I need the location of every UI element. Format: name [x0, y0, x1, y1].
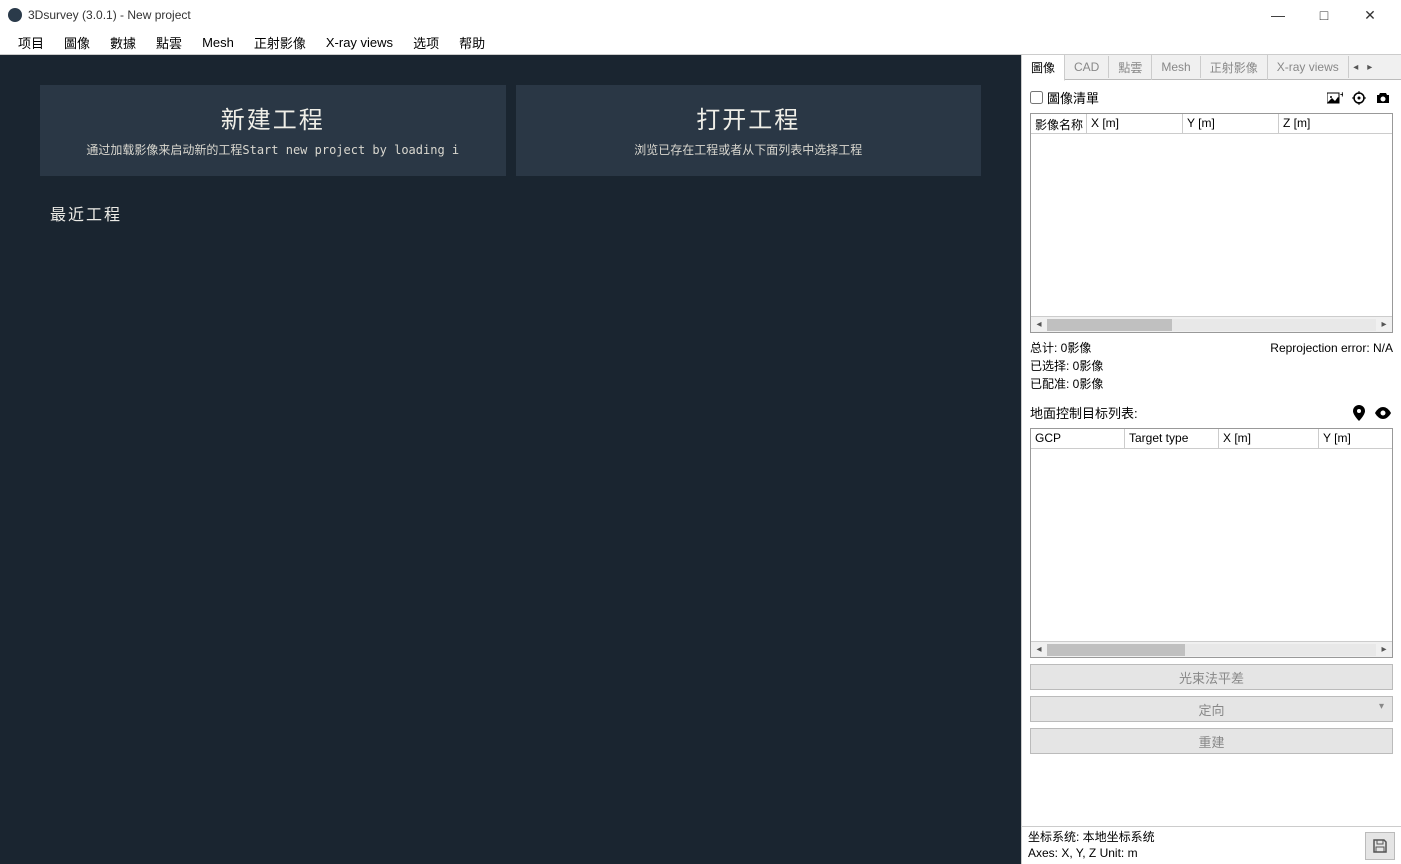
- col-gcp[interactable]: GCP: [1031, 429, 1125, 448]
- col-target-type[interactable]: Target type: [1125, 429, 1219, 448]
- tab-pointcloud[interactable]: 點雲: [1109, 55, 1152, 80]
- menu-ortho[interactable]: 正射影像: [244, 30, 316, 55]
- menu-image[interactable]: 圖像: [54, 30, 100, 55]
- gcp-table-header: GCP Target type X [m] Y [m]: [1031, 429, 1392, 449]
- gcp-table-hscroll[interactable]: ◂ ▸: [1031, 641, 1392, 657]
- col-z[interactable]: Z [m]: [1279, 114, 1392, 133]
- image-list-checkbox[interactable]: [1030, 91, 1043, 104]
- scroll-right-icon[interactable]: ▸: [1376, 319, 1392, 330]
- window-controls: — □ ✕: [1255, 0, 1393, 30]
- new-project-title: 新建工程: [60, 100, 486, 135]
- axes-unit-label: Axes: X, Y, Z Unit: m: [1028, 846, 1365, 862]
- tab-scroll-left-icon[interactable]: ◂: [1349, 62, 1363, 73]
- svg-text:+: +: [1340, 91, 1343, 99]
- new-project-subtitle: 通过加载影像来启动新的工程Start new project by loadin…: [60, 141, 486, 158]
- menu-bar: 项目 圖像 數據 點雲 Mesh 正射影像 X-ray views 选项 帮助: [0, 30, 1401, 55]
- scroll-left-icon[interactable]: ◂: [1031, 319, 1047, 330]
- col-gcp-x[interactable]: X [m]: [1219, 429, 1319, 448]
- side-body: 圖像清單 + 影像名称 X [m] Y [m] Z [m] ◂ ▸: [1022, 80, 1401, 826]
- tab-ortho[interactable]: 正射影像: [1201, 55, 1268, 80]
- image-table: 影像名称 X [m] Y [m] Z [m] ◂ ▸: [1030, 113, 1393, 333]
- col-x[interactable]: X [m]: [1087, 114, 1183, 133]
- orientation-label: 定向: [1198, 703, 1224, 718]
- footer-text: 坐标系统: 本地坐标系统 Axes: X, Y, Z Unit: m: [1028, 830, 1365, 861]
- scroll-right-icon[interactable]: ▸: [1376, 644, 1392, 655]
- orientation-dropdown[interactable]: 定向 ▾: [1030, 696, 1393, 722]
- open-project-card[interactable]: 打开工程 浏览已存在工程或者从下面列表中选择工程: [516, 85, 982, 176]
- col-image-name[interactable]: 影像名称: [1031, 114, 1087, 133]
- menu-xray[interactable]: X-ray views: [316, 32, 403, 53]
- open-project-title: 打开工程: [536, 100, 962, 135]
- add-image-icon[interactable]: +: [1325, 89, 1345, 107]
- coord-system-label: 坐标系统: 本地坐标系统: [1028, 830, 1365, 846]
- viewport-start: 新建工程 通过加载影像来启动新的工程Start new project by l…: [0, 55, 1021, 864]
- tab-cad[interactable]: CAD: [1065, 56, 1109, 78]
- menu-project[interactable]: 项目: [8, 30, 54, 55]
- window-titlebar: 3Dsurvey (3.0.1) - New project — □ ✕: [0, 0, 1401, 30]
- col-gcp-y[interactable]: Y [m]: [1319, 429, 1392, 448]
- menu-mesh[interactable]: Mesh: [192, 32, 244, 53]
- gcp-header: 地面控制目标列表:: [1030, 403, 1393, 422]
- image-table-hscroll[interactable]: ◂ ▸: [1031, 316, 1392, 332]
- camera-icon[interactable]: [1373, 89, 1393, 107]
- stat-registered: 已配准: 0影像: [1030, 375, 1393, 393]
- pin-icon[interactable]: [1349, 404, 1369, 422]
- window-title: 3Dsurvey (3.0.1) - New project: [28, 8, 1255, 22]
- stat-selected: 已选择: 0影像: [1030, 357, 1393, 375]
- gcp-table-body: [1031, 449, 1392, 641]
- scroll-left-icon[interactable]: ◂: [1031, 644, 1047, 655]
- image-list-header: 圖像清單 +: [1030, 88, 1393, 107]
- side-panel: 圖像 CAD 點雲 Mesh 正射影像 X-ray views ◂ ▸ 圖像清單…: [1021, 55, 1401, 864]
- col-y[interactable]: Y [m]: [1183, 114, 1279, 133]
- tab-xray[interactable]: X-ray views: [1268, 56, 1349, 78]
- start-cards-row: 新建工程 通过加载影像来启动新的工程Start new project by l…: [40, 85, 981, 176]
- tab-image[interactable]: 圖像: [1022, 55, 1065, 81]
- gcp-table: GCP Target type X [m] Y [m] ◂ ▸: [1030, 428, 1393, 658]
- menu-data[interactable]: 數據: [100, 30, 146, 55]
- open-project-subtitle: 浏览已存在工程或者从下面列表中选择工程: [536, 141, 962, 158]
- image-list-label: 圖像清單: [1047, 88, 1099, 107]
- image-table-header: 影像名称 X [m] Y [m] Z [m]: [1031, 114, 1392, 134]
- stat-total: 总计: 0影像: [1030, 339, 1091, 357]
- new-project-card[interactable]: 新建工程 通过加载影像来启动新的工程Start new project by l…: [40, 85, 506, 176]
- target-icon[interactable]: [1349, 89, 1369, 107]
- workspace: 新建工程 通过加载影像来启动新的工程Start new project by l…: [0, 55, 1401, 864]
- menu-options[interactable]: 选项: [403, 30, 449, 55]
- app-icon: [8, 8, 22, 22]
- save-button[interactable]: [1365, 832, 1395, 860]
- menu-help[interactable]: 帮助: [449, 30, 495, 55]
- tab-mesh[interactable]: Mesh: [1152, 56, 1200, 78]
- tab-scroll-right-icon[interactable]: ▸: [1363, 62, 1377, 73]
- minimize-button[interactable]: —: [1255, 0, 1301, 30]
- image-table-body: [1031, 134, 1392, 316]
- bundle-adjustment-button[interactable]: 光束法平差: [1030, 664, 1393, 690]
- save-icon: [1372, 838, 1388, 854]
- side-footer: 坐标系统: 本地坐标系统 Axes: X, Y, Z Unit: m: [1022, 826, 1401, 864]
- eye-icon[interactable]: [1373, 404, 1393, 422]
- maximize-button[interactable]: □: [1301, 0, 1347, 30]
- gcp-label: 地面控制目标列表:: [1030, 403, 1138, 422]
- image-stats: 总计: 0影像 Reprojection error: N/A 已选择: 0影像…: [1030, 339, 1393, 393]
- recent-projects-label: 最近工程: [40, 201, 981, 225]
- reconstruct-button[interactable]: 重建: [1030, 728, 1393, 754]
- stat-reproj: Reprojection error: N/A: [1270, 339, 1393, 357]
- menu-pointcloud[interactable]: 點雲: [146, 30, 192, 55]
- side-tabs: 圖像 CAD 點雲 Mesh 正射影像 X-ray views ◂ ▸: [1022, 55, 1401, 80]
- chevron-down-icon: ▾: [1379, 701, 1384, 712]
- close-button[interactable]: ✕: [1347, 0, 1393, 30]
